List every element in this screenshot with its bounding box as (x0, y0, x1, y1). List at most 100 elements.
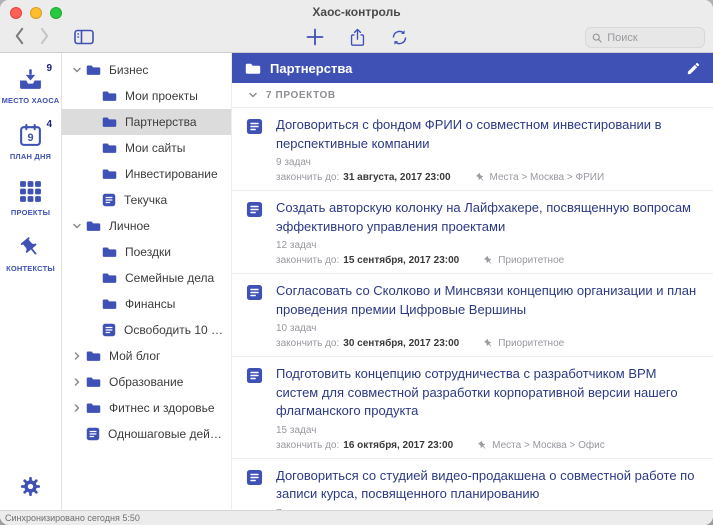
tree-item-label: Текучка (124, 193, 168, 207)
folder-icon (102, 272, 117, 284)
project-doc-icon (246, 467, 263, 511)
fullscreen-button[interactable] (50, 7, 62, 19)
chevron-left-icon (15, 27, 24, 45)
chevron-down-icon[interactable] (72, 65, 86, 75)
folder-icon (102, 116, 117, 128)
back-button[interactable] (14, 27, 25, 45)
pin-icon (483, 338, 494, 349)
project-row[interactable]: Договориться с фондом ФРИИ о совместном … (232, 108, 713, 191)
sync-status-text: Синхронизировано сегодня 5:50 (5, 513, 140, 523)
forward-button[interactable] (39, 27, 50, 45)
search-input[interactable] (607, 31, 698, 44)
sync-icon (392, 29, 406, 45)
tree-row[interactable]: Инвестирование (62, 161, 231, 187)
folder-icon (102, 298, 117, 310)
project-doc-icon (246, 199, 263, 266)
folder-icon (86, 376, 101, 388)
sidebar-toggle-button[interactable] (74, 29, 94, 45)
inbox-badge: 9 (46, 63, 52, 74)
add-button[interactable] (305, 27, 325, 47)
folder-icon (102, 142, 117, 154)
traffic-lights (10, 7, 62, 19)
nav-item-inbox[interactable]: 9 МЕСТО ХАОСА (0, 59, 61, 115)
grid-icon (18, 179, 43, 204)
nav-item-label: ПЛАН ДНЯ (9, 152, 52, 161)
due-date: 15 сентября, 2017 23:00 (343, 255, 460, 266)
close-button[interactable] (10, 7, 22, 19)
project-task-count: 12 задач (276, 240, 317, 251)
tree-row[interactable]: Поездки (62, 239, 231, 265)
nav-rail: 9 МЕСТО ХАОСА 4 9 ПЛАН ДНЯ ПРОЕКТЫ КОНТЕ… (0, 53, 62, 510)
tree-row[interactable]: Мои проекты (62, 83, 231, 109)
project-task-count: 10 задач (276, 323, 317, 334)
sidebar-toggle-icon (74, 29, 94, 45)
nav-item-label: МЕСТО ХАОСА (1, 96, 60, 105)
tree-row[interactable]: Мои сайты (62, 135, 231, 161)
project-title: Договориться с фондом ФРИИ о совместном … (276, 117, 662, 151)
folder-header: Партнерства (232, 53, 713, 83)
pin-icon (483, 255, 494, 266)
chevron-right-icon[interactable] (72, 403, 86, 413)
tree-item-label: Мои проекты (125, 89, 198, 103)
project-title: Договориться со студией видео-продакшена… (276, 467, 695, 502)
minimize-button[interactable] (30, 7, 42, 19)
project-doc-icon (102, 193, 116, 207)
tree-item-label: Личное (109, 219, 150, 233)
chevron-down-icon[interactable] (248, 90, 258, 100)
folder-icon (102, 246, 117, 258)
nav-item-contexts[interactable]: КОНТЕКСТЫ (0, 227, 61, 283)
tree-row[interactable]: Одношаговые действия (62, 421, 231, 447)
search-field[interactable] (585, 27, 705, 48)
edit-button[interactable] (686, 61, 701, 76)
day-plan-badge: 4 (46, 119, 52, 130)
search-icon (592, 33, 602, 42)
tree-item-label: Бизнес (109, 63, 149, 77)
project-row[interactable]: Создать авторскую колонку на Лайфхакере,… (232, 191, 713, 274)
status-bar: Синхронизировано сегодня 5:50 (0, 510, 713, 525)
project-context: Места > Москва > ФРИИ (489, 172, 605, 183)
tree-row[interactable]: Личное (62, 213, 231, 239)
tree-item-label: Мои сайты (125, 141, 186, 155)
tree-item-label: Одношаговые действия (108, 427, 231, 441)
nav-item-label: КОНТЕКСТЫ (6, 264, 55, 273)
project-doc-icon (86, 427, 100, 441)
sync-button[interactable] (390, 28, 409, 47)
tree-row[interactable]: Фитнес и здоровье (62, 395, 231, 421)
tree-row[interactable]: Освободить 10 часо… (62, 317, 231, 343)
tree-item-label: Фитнес и здоровье (109, 401, 215, 415)
plus-icon (306, 28, 323, 46)
project-row[interactable]: Договориться со студией видео-продакшена… (232, 459, 713, 511)
due-label: закончить до: (276, 439, 340, 451)
nav-item-projects[interactable]: ПРОЕКТЫ (0, 171, 61, 227)
share-button[interactable] (349, 28, 366, 47)
project-list: Договориться с фондом ФРИИ о совместном … (232, 108, 713, 510)
section-header[interactable]: 7 ПРОЕКТОВ (232, 83, 713, 108)
project-row[interactable]: Подготовить концепцию сотрудничества с р… (232, 357, 713, 459)
tree-row[interactable]: Мой блог (62, 343, 231, 369)
tree-row[interactable]: Финансы (62, 291, 231, 317)
settings-button[interactable] (19, 475, 42, 498)
pin-icon (477, 440, 488, 451)
project-title: Создать авторскую колонку на Лайфхакере,… (276, 200, 691, 234)
chevron-right-icon[interactable] (72, 351, 86, 361)
nav-item-day-plan[interactable]: 4 9 ПЛАН ДНЯ (0, 115, 61, 171)
project-doc-icon (246, 116, 263, 183)
titlebar: Хаос-контроль (0, 0, 713, 24)
toolbar (0, 24, 713, 52)
pin-icon (475, 172, 486, 183)
main-panel: Партнерства 7 ПРОЕКТОВ Договориться с фо… (232, 53, 713, 510)
pushpin-icon (18, 235, 43, 260)
tree-row[interactable]: Бизнес (62, 57, 231, 83)
project-doc-icon (102, 323, 116, 337)
folder-icon (245, 62, 261, 75)
tree-row[interactable]: Образование (62, 369, 231, 395)
chevron-down-icon[interactable] (72, 221, 86, 231)
project-row[interactable]: Согласовать со Сколково и Минсвязи конце… (232, 274, 713, 357)
tree-row[interactable]: Семейные дела (62, 265, 231, 291)
section-label: 7 ПРОЕКТОВ (266, 89, 336, 101)
chevron-right-icon[interactable] (72, 377, 86, 387)
tree-row[interactable]: Текучка (62, 187, 231, 213)
tree-row[interactable]: Партнерства (62, 109, 231, 135)
tree-item-label: Семейные дела (125, 271, 215, 285)
app-window: Хаос-контроль Поиск 9 МЕСТО ХАОСА 4 9 ПЛ… (0, 0, 713, 525)
